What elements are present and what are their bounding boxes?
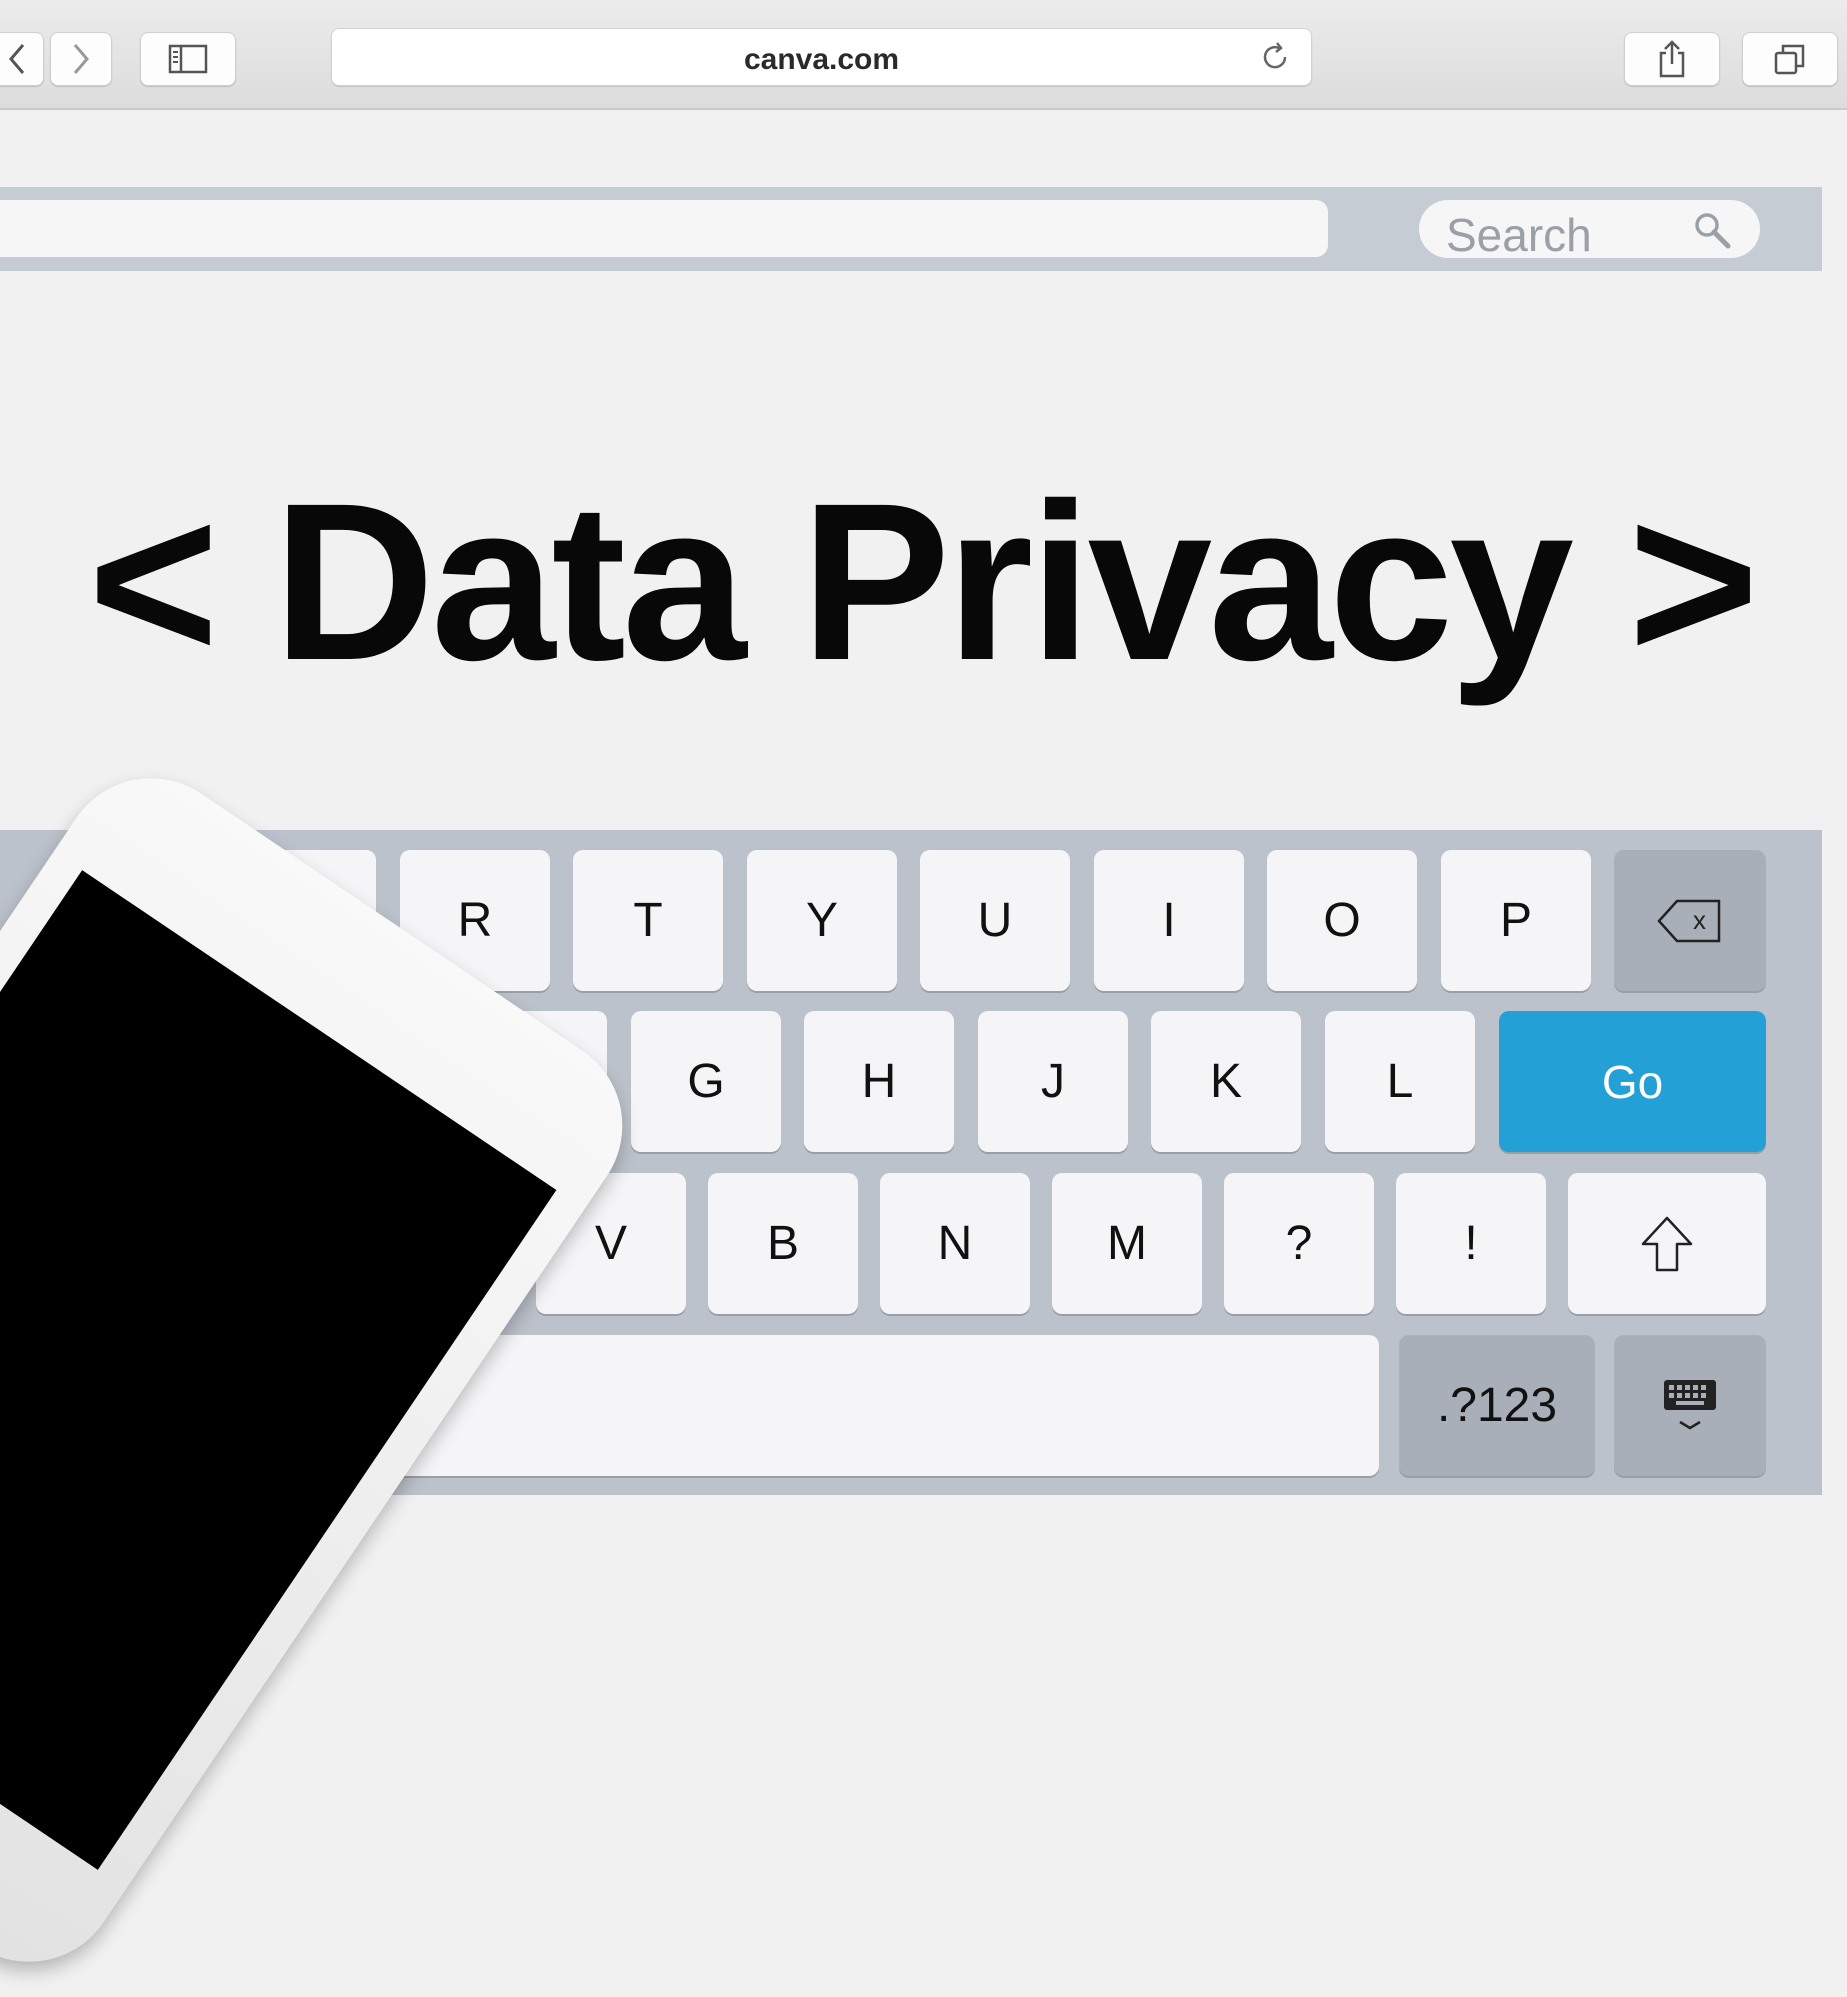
- key-p[interactable]: P: [1441, 850, 1591, 991]
- shift-icon: [1641, 1216, 1693, 1271]
- key-o[interactable]: O: [1267, 850, 1417, 991]
- backspace-key[interactable]: x: [1614, 850, 1766, 991]
- go-key[interactable]: Go: [1499, 1011, 1766, 1152]
- search-field[interactable]: Search: [1419, 200, 1760, 261]
- svg-text:x: x: [1693, 905, 1706, 935]
- shift-key[interactable]: [1568, 1173, 1766, 1314]
- key-t[interactable]: T: [573, 850, 723, 991]
- key-question[interactable]: ?: [1224, 1173, 1374, 1314]
- key-g[interactable]: G: [631, 1011, 781, 1152]
- search-icon[interactable]: [1692, 210, 1732, 250]
- url-text: canva.com: [743, 43, 900, 76]
- key-i[interactable]: I: [1094, 850, 1244, 991]
- forward-icon: [73, 44, 89, 74]
- forward-button[interactable]: [50, 32, 112, 86]
- key-k[interactable]: K: [1151, 1011, 1301, 1152]
- key-n[interactable]: N: [880, 1173, 1030, 1314]
- smartphone-screen: [0, 870, 557, 1870]
- back-button[interactable]: [0, 32, 44, 86]
- share-icon: [1659, 40, 1685, 78]
- numbers-key[interactable]: .?123: [1399, 1335, 1595, 1476]
- back-icon: [9, 44, 25, 74]
- key-m[interactable]: M: [1052, 1173, 1202, 1314]
- sidebar-icon: [168, 44, 208, 74]
- share-button[interactable]: [1624, 32, 1720, 86]
- backspace-icon: x: [1657, 899, 1721, 942]
- keyboard-dismiss-key[interactable]: [1614, 1335, 1766, 1476]
- key-h[interactable]: H: [804, 1011, 954, 1152]
- address-bar[interactable]: canva.com: [331, 28, 1312, 86]
- page-address-field[interactable]: [0, 200, 1328, 257]
- key-j[interactable]: J: [978, 1011, 1128, 1152]
- key-exclamation[interactable]: !: [1396, 1173, 1546, 1314]
- space-key[interactable]: [391, 1335, 1379, 1476]
- browser-toolbar: canva.com: [0, 0, 1847, 110]
- page-headline: < Data Privacy >: [88, 457, 1759, 707]
- key-b[interactable]: B: [708, 1173, 858, 1314]
- tabs-icon: [1774, 44, 1805, 75]
- tabs-button[interactable]: [1742, 32, 1838, 86]
- reload-icon[interactable]: [1257, 39, 1293, 75]
- key-u[interactable]: U: [920, 850, 1070, 991]
- keyboard-dismiss-icon: [1664, 1379, 1716, 1429]
- key-l[interactable]: L: [1325, 1011, 1475, 1152]
- search-placeholder: Search: [1446, 209, 1592, 261]
- sidebar-button[interactable]: [140, 32, 236, 86]
- key-y[interactable]: Y: [747, 850, 897, 991]
